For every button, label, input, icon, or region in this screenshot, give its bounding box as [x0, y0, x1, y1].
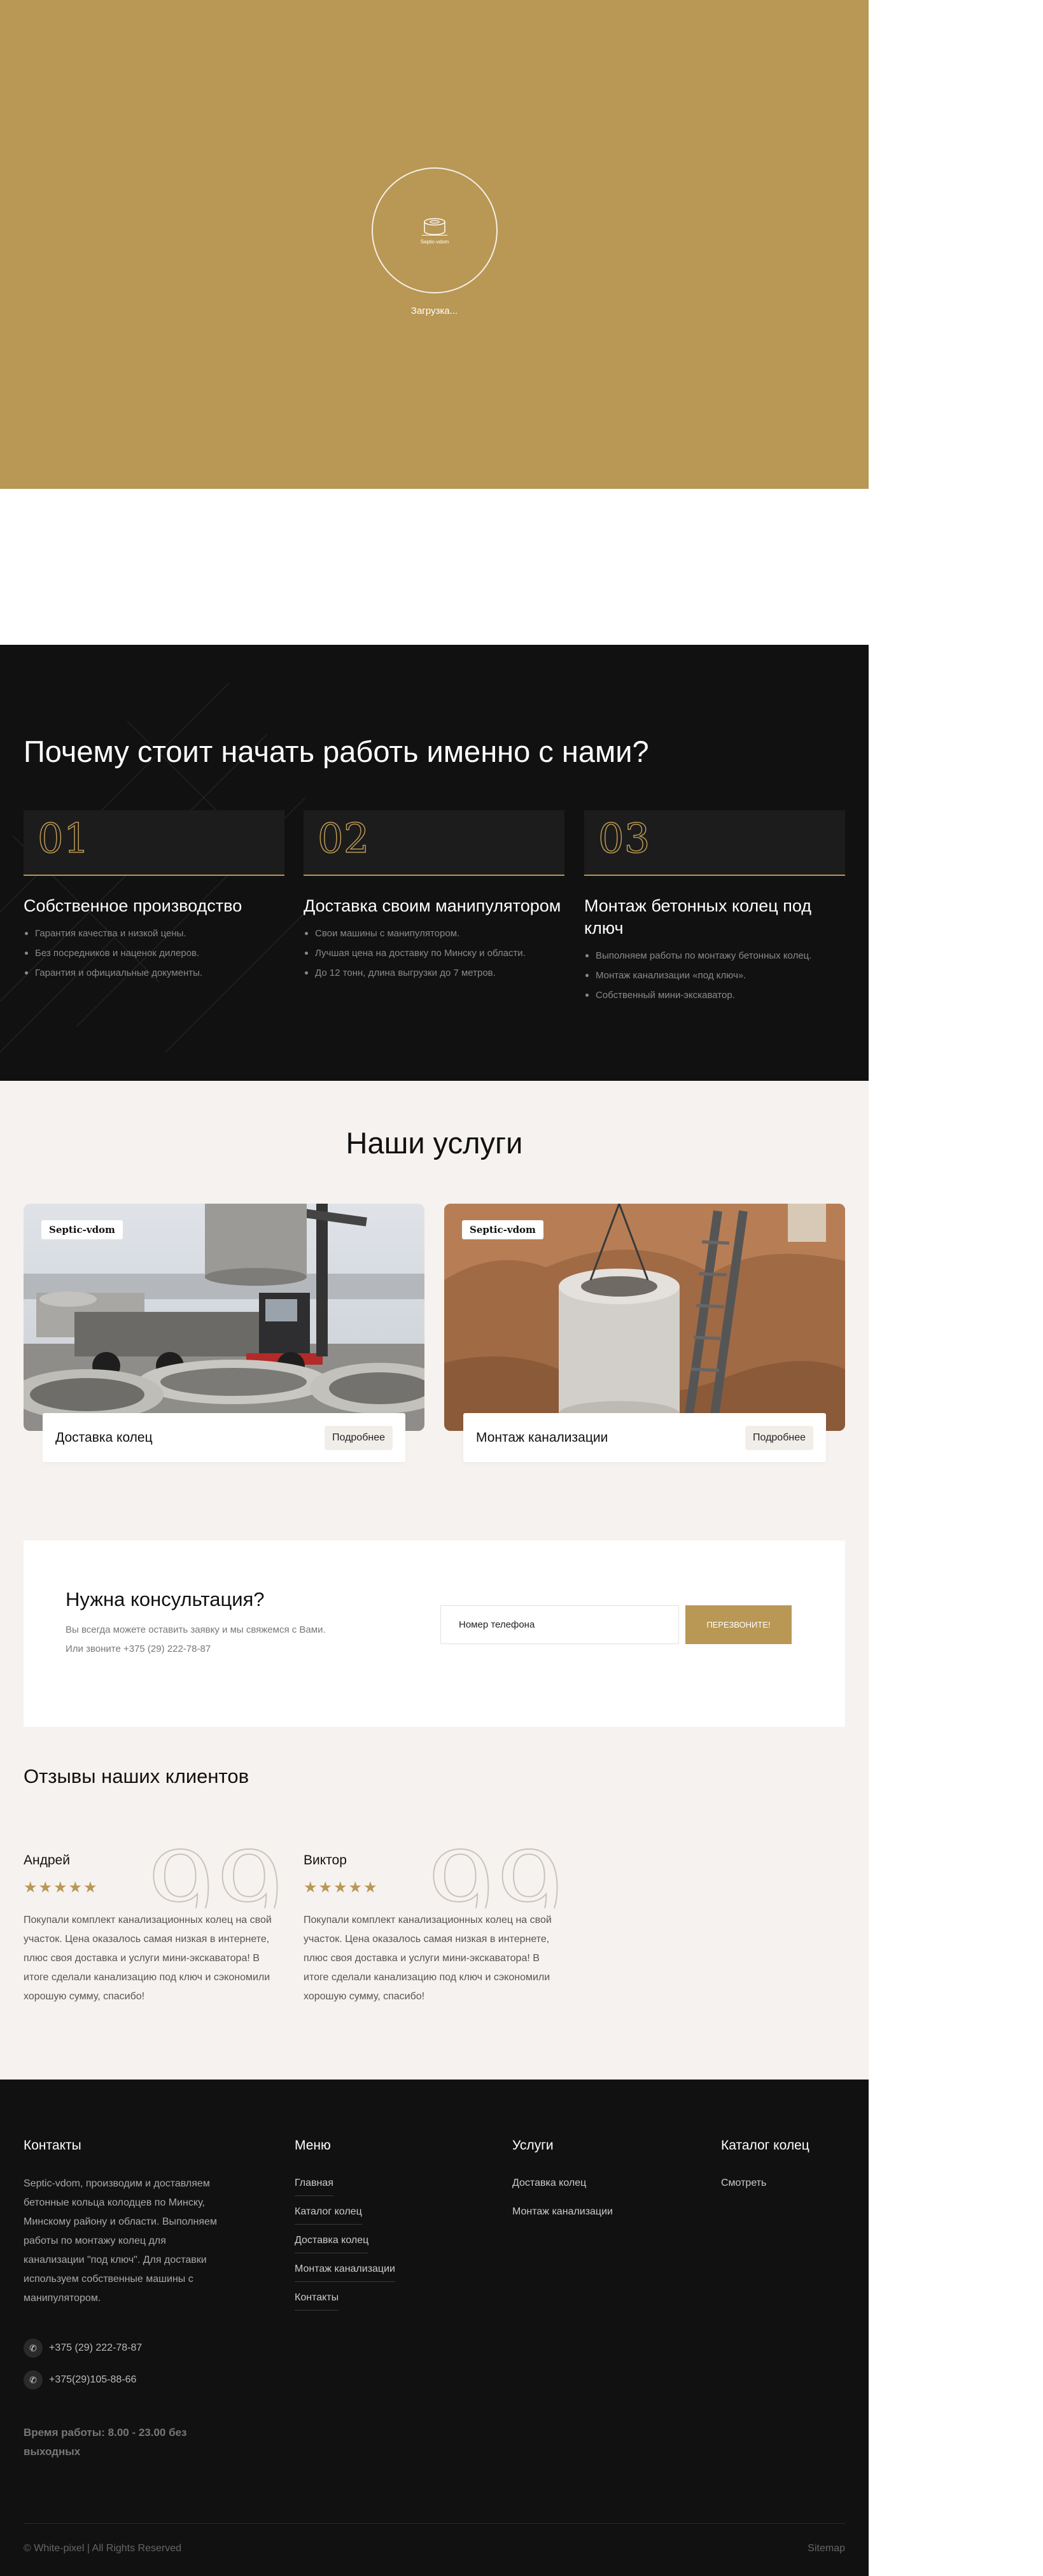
footer-link-home[interactable]: Главная — [295, 2174, 395, 2202]
quote-icon: 99 — [426, 1845, 564, 1908]
footer-link-installation[interactable]: Монтаж канализации — [295, 2260, 395, 2288]
footer-link-delivery[interactable]: Доставка колец — [295, 2231, 395, 2260]
feature-list: Выполняем работы по монтажу бетонных кол… — [584, 946, 845, 1005]
copyright: © White-pixel | All Rights Reserved — [24, 2543, 182, 2554]
logo: Septic-vdom — [416, 216, 454, 245]
feature-number: 01 — [37, 815, 90, 863]
feature-column: 01 Собственное производство Гарантия кач… — [24, 810, 284, 983]
section-title: Почему стоит начать работь именно с нами… — [24, 735, 649, 768]
service-card-image[interactable]: Septic-vdom — [444, 1204, 845, 1431]
feature-item: Гарантия качества и низкой цены. — [24, 924, 284, 943]
brand-badge: Septic-vdom — [41, 1220, 123, 1239]
footer-catalog-list: Смотреть — [721, 2174, 766, 2202]
concrete-ring-icon — [422, 218, 447, 236]
footer-menu-heading: Меню — [295, 2138, 331, 2153]
quote-icon: 99 — [146, 1845, 284, 1908]
footer-phone-2[interactable]: ✆ +375(29)105-88-66 — [24, 2370, 136, 2389]
brand-badge: Septic-vdom — [462, 1220, 543, 1239]
footer-link-catalog[interactable]: Каталог колец — [295, 2202, 395, 2231]
loading-overlay: Septic-vdom Загрузка... — [0, 0, 869, 489]
callback-button[interactable]: ПЕРЕЗВОНИТЕ! — [685, 1605, 792, 1644]
phone-icon: ✆ — [24, 2370, 43, 2389]
footer-phone-1[interactable]: ✆ +375 (29) 222-78-87 — [24, 2339, 142, 2358]
phone-number[interactable]: +375 (29) 222-78-87 — [49, 2342, 142, 2354]
consultation-title: Нужна консультация? — [66, 1588, 265, 1610]
footer: Контакты Septic-vdom, производим и доста… — [0, 2080, 869, 2576]
feature-item: Монтаж канализации «под ключ». — [584, 966, 845, 985]
service-title[interactable]: Доставка колец — [55, 1430, 153, 1446]
review-card: 99 Андрей ★★★★★ Покупали комплект канали… — [24, 1845, 284, 2006]
consultation-phone-text: Или звоните +375 (29) 222-78-87 — [66, 1643, 211, 1654]
footer-divider — [24, 2523, 845, 2524]
section-title: Наши услуги — [346, 1126, 523, 1160]
feature-heading: Доставка своим манипулятором — [304, 896, 561, 915]
feature-item: Лучшая цена на доставку по Минску и обла… — [304, 943, 564, 963]
footer-link-installation-service[interactable]: Монтаж канализации — [512, 2202, 613, 2231]
service-card-image[interactable]: Septic-vdom — [24, 1204, 424, 1431]
footer-services-heading: Услуги — [512, 2138, 554, 2153]
details-button[interactable]: Подробнее — [325, 1426, 393, 1450]
service-title[interactable]: Монтаж канализации — [476, 1430, 608, 1446]
working-hours: Время работы: 8.00 - 23.00 без выходных — [24, 2426, 187, 2458]
phone-input[interactable] — [440, 1605, 679, 1644]
feature-number-box: 02 — [304, 810, 564, 876]
footer-link-delivery-service[interactable]: Доставка колец — [512, 2174, 613, 2202]
services-section: Наши услуги Septic-vdom Доставка колец П… — [0, 1081, 869, 2080]
feature-number: 02 — [317, 815, 370, 863]
feature-list: Гарантия качества и низкой цены. Без пос… — [24, 924, 284, 983]
page: Septic-vdom Загрузка... Почему стоит нач… — [0, 0, 869, 2576]
consultation-form: Нужна консультация? Вы всегда можете ост… — [24, 1540, 845, 1727]
phone-icon: ✆ — [24, 2339, 43, 2358]
footer-services-list: Доставка колец Монтаж канализации — [512, 2174, 613, 2231]
footer-catalog-heading: Каталог колец — [721, 2138, 809, 2153]
feature-item: Выполняем работы по монтажу бетонных кол… — [584, 946, 845, 966]
service-card-bar: Доставка колец Подробнее — [43, 1413, 405, 1462]
service-card-bar: Монтаж канализации Подробнее — [463, 1413, 826, 1462]
footer-link-contacts[interactable]: Контакты — [295, 2288, 395, 2317]
feature-column: 02 Доставка своим манипулятором Свои маш… — [304, 810, 564, 983]
feature-number: 03 — [598, 815, 650, 863]
review-card: 99 Виктор ★★★★★ Покупали комплект канали… — [304, 1845, 564, 2006]
footer-contacts-heading: Контакты — [24, 2138, 81, 2153]
footer-link-view-catalog[interactable]: Смотреть — [721, 2174, 766, 2202]
feature-heading: Монтаж бетонных колец под ключ — [584, 896, 812, 938]
feature-item: До 12 тонн, длина выгрузки до 7 метров. — [304, 963, 564, 983]
feature-column: 03 Монтаж бетонных колец под ключ Выполн… — [584, 810, 845, 1005]
review-text: Покупали комплект канализационных колец … — [304, 1915, 552, 2002]
logo-text: Septic-vdom — [420, 239, 449, 245]
feature-item: Свои машины с манипулятором. — [304, 924, 564, 943]
reviews-title: Отзывы наших клиентов — [24, 1765, 249, 1787]
feature-item: Гарантия и официальные документы. — [24, 963, 284, 983]
phone-number[interactable]: +375(29)105-88-66 — [49, 2374, 136, 2386]
feature-item: Без посредников и наценок дилеров. — [24, 943, 284, 963]
footer-menu-list: Главная Каталог колец Доставка колец Мон… — [295, 2174, 395, 2317]
sitemap-link[interactable]: Sitemap — [808, 2543, 845, 2554]
feature-heading: Собственное производство — [24, 896, 242, 915]
feature-item: Собственный мини-экскаватор. — [584, 985, 845, 1005]
footer-about-text: Septic-vdom, производим и доставляем бет… — [24, 2178, 217, 2304]
why-us-section: Почему стоит начать работь именно с нами… — [0, 645, 869, 1081]
feature-number-box: 03 — [584, 810, 845, 876]
consultation-text: Вы всегда можете оставить заявку и мы св… — [66, 1624, 326, 1635]
feature-list: Свои машины с манипулятором. Лучшая цена… — [304, 924, 564, 983]
details-button[interactable]: Подробнее — [745, 1426, 813, 1450]
feature-number-box: 01 — [24, 810, 284, 876]
loading-text: Загрузка... — [410, 306, 458, 316]
review-text: Покупали комплект канализационных колец … — [24, 1915, 272, 2002]
loader-ring: Septic-vdom — [372, 167, 498, 293]
